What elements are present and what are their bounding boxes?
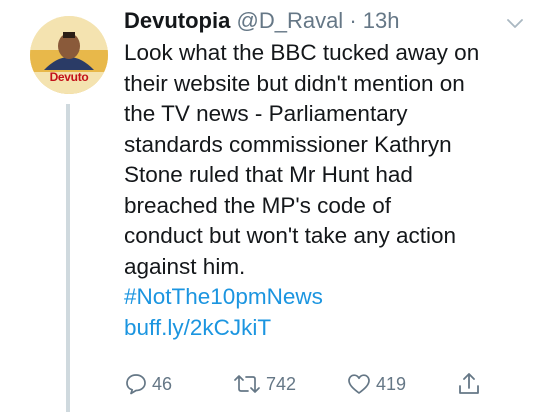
url-link[interactable]: buff.ly/2kCJkiT	[124, 313, 524, 344]
retweet-icon	[234, 375, 260, 393]
tweet-text-line: their website but didn't mention on	[124, 70, 465, 96]
tweet-content: Devutopia @D_Raval · 13h Look what the B…	[124, 6, 524, 343]
heart-icon	[348, 374, 370, 394]
tweet-text-line: standards commissioner Kathryn	[124, 131, 452, 157]
separator-dot: ·	[349, 8, 357, 33]
retweet-button[interactable]: 742	[232, 370, 296, 398]
display-name[interactable]: Devutopia	[124, 8, 230, 33]
reply-count: 46	[152, 373, 173, 394]
share-icon	[459, 373, 479, 394]
avatar-caption: Devuto	[49, 70, 89, 84]
reply-button[interactable]: 46	[124, 370, 172, 398]
user-handle[interactable]: @D_Raval	[236, 8, 343, 33]
thread-line	[66, 104, 70, 412]
tweet[interactable]: Devuto Devutopia @D_Raval · 13h Look wha…	[0, 0, 550, 412]
tweet-text-line: conduct but won't take any action	[124, 223, 457, 248]
reply-icon	[126, 374, 146, 395]
timestamp[interactable]: 13h	[363, 8, 400, 33]
share-button[interactable]	[456, 370, 482, 398]
retweet-count: 742	[266, 373, 297, 394]
like-count: 419	[376, 373, 407, 394]
tweet-text-line: Stone ruled that Mr Hunt had	[124, 162, 413, 187]
tweet-actions: 46 742 419	[124, 370, 524, 398]
hashtag-link[interactable]: #NotThe10pmNews	[124, 282, 524, 313]
like-button[interactable]: 419	[346, 370, 406, 398]
avatar[interactable]: Devuto	[30, 16, 108, 94]
tweet-text-line: Look what the BBC tucked away on	[124, 40, 480, 65]
tweet-text-line: the TV news - Parliamentary	[124, 101, 408, 126]
tweet-header: Devutopia @D_Raval · 13h	[124, 6, 524, 36]
tweet-text: Look what the BBC tucked away on their w…	[124, 38, 524, 343]
tweet-text-line: against him.	[124, 253, 246, 279]
tweet-text-line: breached the MP's code of	[124, 192, 391, 218]
chevron-down-icon[interactable]	[506, 18, 524, 30]
